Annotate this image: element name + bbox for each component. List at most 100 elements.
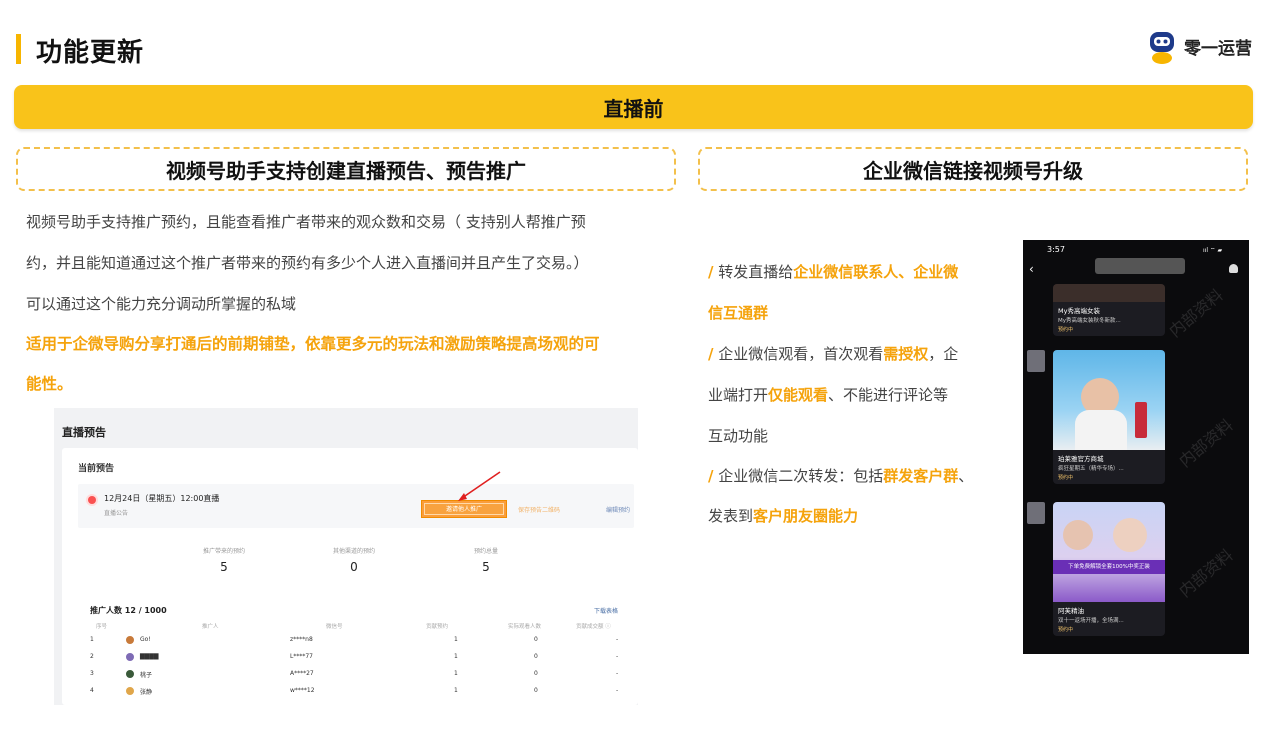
download-table-link[interactable]: 下载表格	[594, 606, 618, 615]
right-point-1-line-1: / 转发直播给企业微信联系人、企业微	[708, 262, 1008, 282]
side-thumbnail	[1027, 502, 1045, 524]
feed-tag: 预约中	[1058, 475, 1074, 481]
right-point-3-line-2: 发表到客户朋友圈能力	[708, 506, 1008, 526]
left-text-line-1: 视频号助手支持推广预约，且能查看推广者带来的观众数和交易（ 支持别人帮推广预	[26, 213, 586, 231]
row-watch: 0	[534, 670, 538, 677]
promo-banner: 下单免费解锁全套100%中奖正装	[1053, 560, 1165, 574]
phone-title-placeholder	[1095, 258, 1185, 274]
side-thumbnail	[1027, 350, 1045, 372]
live-row: 12月24日（星期五）12:00直播 直播公告 邀请他人推广 保存预告二维码 编…	[78, 484, 634, 528]
right-point-2-line2-post: 、不能进行评论等	[828, 386, 949, 404]
feed-image	[1053, 350, 1165, 450]
row-deal: -	[616, 670, 619, 677]
stat-value-total: 5	[482, 560, 490, 574]
left-highlight-line-1: 适用于企微导购分享打通后的前期铺垫，依靠更多元的玩法和激励策略提高场观的可	[26, 335, 600, 353]
stat-value-promoted: 5	[220, 560, 228, 574]
watermark: 内部资料	[1165, 285, 1227, 342]
right-point-2-line-3: 互动功能	[708, 427, 769, 445]
left-text-line-2: 约，并且能知道通过这个推广者带来的预约有多少个人进入直播间并且产生了交易。）	[26, 254, 589, 272]
right-point-3-text: 企业微信二次转发：包括	[713, 467, 884, 485]
avatar	[126, 636, 134, 644]
right-point-2-text: 企业微信观看，首次观看	[713, 345, 884, 363]
current-preview-card: 当前预告 12月24日（星期五）12:00直播 直播公告 邀请他人推广 保存预告…	[62, 448, 638, 705]
feed-card[interactable]: 珀莱雅官方商城 疯狂星期五（精华专场）... 预约中	[1053, 350, 1165, 484]
feed-shop: 珀莱雅官方商城	[1058, 455, 1104, 463]
table-header-watch: 实际观看人数	[508, 624, 542, 630]
edit-reserve-button[interactable]: 编辑预约	[606, 505, 630, 514]
left-highlight-line-2: 能性。	[26, 375, 73, 393]
phone-screenshot: 3:57 ııl ⌔ ▰ ‹ My秀高端女装 My秀高端女装秋冬新款... 预约…	[1023, 240, 1249, 654]
feed-tag: 预约中	[1058, 327, 1074, 333]
red-arrow-icon	[458, 471, 501, 501]
row-wechat: z****n8	[290, 636, 313, 643]
title-accent-bar	[16, 34, 21, 64]
feed-card[interactable]: 下单免费解锁全套100%中奖正装 阿芙精油 双十一返场开播，全场满... 预约中	[1053, 502, 1165, 636]
live-note: 直播公告	[104, 510, 129, 517]
table-header-index: 序号	[96, 624, 108, 630]
phone-status-icons: ııl ⌔ ▰	[1203, 247, 1223, 254]
row-reserve: 1	[454, 653, 458, 660]
row-name: 张静	[140, 689, 153, 696]
person-icon[interactable]	[1229, 264, 1238, 273]
row-index: 2	[90, 653, 94, 660]
live-date: 12月24日（星期五）12:00直播	[104, 494, 220, 503]
watermark: 内部资料	[1175, 415, 1237, 472]
right-section-title: 企业微信链接视频号升级	[698, 147, 1248, 191]
feed-shop: My秀高端女装	[1058, 307, 1100, 315]
stage-banner-label: 直播前	[603, 96, 664, 121]
robot-mascot-icon	[1146, 28, 1178, 64]
table-header-deal: 贡献成交额 ⓘ	[576, 624, 611, 630]
promoter-count: 推广人数 12 / 1000	[90, 606, 167, 615]
feed-tag: 预约中	[1058, 627, 1074, 633]
row-reserve: 1	[454, 636, 458, 643]
row-watch: 0	[534, 636, 538, 643]
right-point-3-line-1: / 企业微信二次转发：包括群发客户群、	[708, 466, 1008, 486]
portrait-shape	[1113, 518, 1147, 552]
right-point-3-post: 、	[958, 467, 974, 485]
feed-desc: 双十一返场开播，全场满...	[1058, 618, 1124, 624]
right-point-2-highlight-2: 仅能观看	[768, 386, 829, 404]
page-title: 功能更新	[36, 38, 145, 68]
row-watch: 0	[534, 653, 538, 660]
brand-name: 零一运营	[1184, 38, 1252, 59]
right-point-3-line2-pre: 发表到	[708, 507, 754, 525]
row-deal: -	[616, 636, 619, 643]
feed-card[interactable]: My秀高端女装 My秀高端女装秋冬新款... 预约中	[1053, 284, 1165, 336]
feed-desc: 疯狂星期五（精华专场）...	[1058, 466, 1124, 472]
table-header-wechat: 微信号	[326, 624, 343, 630]
stage-banner: 直播前	[14, 85, 1253, 129]
stat-label-other: 其他渠道的预约	[332, 548, 375, 555]
right-point-2-line-2: 业端打开仅能观看、不能进行评论等	[708, 385, 1008, 405]
row-wechat: w****12	[290, 687, 315, 694]
live-dot-icon	[88, 496, 96, 504]
watermark: 内部资料	[1175, 545, 1237, 602]
row-reserve: 1	[454, 687, 458, 694]
feed-desc: My秀高端女装秋冬新款...	[1058, 318, 1121, 324]
save-qr-button[interactable]: 保存预告二维码	[518, 505, 560, 514]
row-deal: -	[616, 653, 619, 660]
row-deal: -	[616, 687, 619, 694]
row-index: 1	[90, 636, 94, 643]
row-wechat: L****77	[290, 653, 313, 660]
right-point-1-highlight: 企业微信联系人、企业微	[793, 263, 959, 281]
live-preview-screenshot: 直播预告 当前预告 12月24日（星期五）12:00直播 直播公告 邀请他人推广…	[54, 408, 638, 705]
right-point-2-line-1: / 企业微信观看，首次观看需授权，企	[708, 344, 1008, 364]
right-point-1-highlight-2: 信互通群	[708, 304, 769, 322]
right-point-2-post: ，企	[928, 345, 959, 363]
feed-shop: 阿芙精油	[1058, 607, 1084, 615]
row-name: Go!	[140, 636, 151, 643]
stat-value-other: 0	[350, 560, 358, 574]
avatar	[126, 687, 134, 695]
stat-label-total: 预约总量	[473, 548, 498, 555]
right-point-2-line2-pre: 业端打开	[708, 386, 769, 404]
row-reserve: 1	[454, 670, 458, 677]
back-chevron-icon[interactable]: ‹	[1029, 262, 1034, 276]
feed-image: 下单免费解锁全套100%中奖正装	[1053, 502, 1165, 602]
right-point-1-line-2: 信互通群	[708, 303, 1008, 323]
brand-logo: 零一运营	[1146, 28, 1252, 64]
table-header-promoter: 推广人	[202, 624, 219, 630]
row-name: 桃子	[140, 672, 153, 679]
avatar	[126, 653, 134, 661]
row-wechat: A****27	[290, 670, 314, 677]
avatar	[126, 670, 134, 678]
